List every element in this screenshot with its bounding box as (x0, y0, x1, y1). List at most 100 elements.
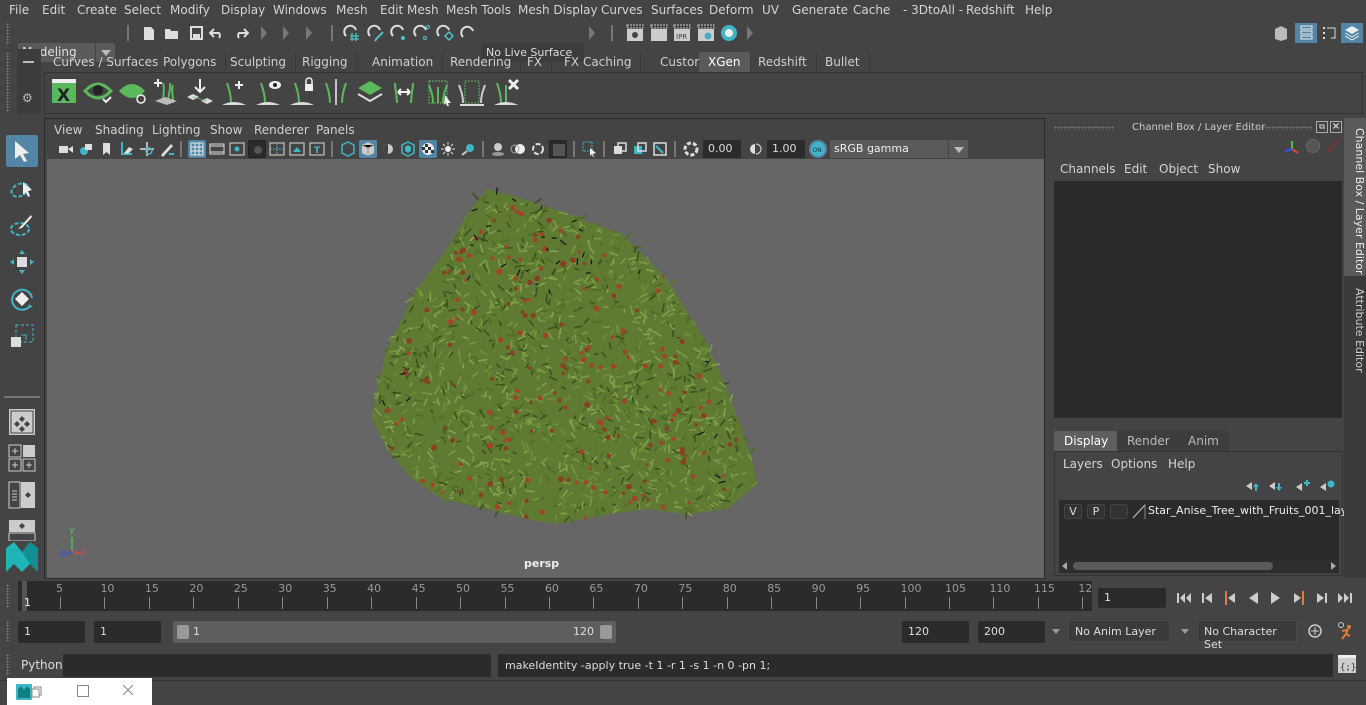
2d-pan-zoom-icon[interactable] (138, 140, 156, 158)
menu-edit[interactable]: Edit (42, 3, 65, 17)
character-set-menu-icon[interactable] (1181, 629, 1189, 634)
speed-toggle-icon[interactable] (1306, 139, 1320, 153)
xray-active-components-icon[interactable] (631, 140, 649, 158)
lasso-select-icon[interactable] (6, 173, 38, 205)
show-menu[interactable]: Show (1208, 162, 1240, 176)
ipr-render-icon[interactable]: IPR (673, 24, 691, 42)
tab-curves-surfaces[interactable]: Curves / Surfaces (44, 52, 169, 72)
tab-bullet[interactable]: Bullet (816, 52, 870, 72)
step-forward-key-icon[interactable] (1289, 588, 1309, 608)
timeline-drag-handle[interactable] (6, 584, 10, 608)
animation-start-field[interactable]: 1 (18, 621, 85, 643)
four-pane-layout-icon[interactable] (6, 442, 38, 474)
3d-viewport[interactable]: y x z persp (47, 159, 1044, 578)
menu-redshift[interactable]: Redshift (966, 3, 1015, 17)
tab-redshift[interactable]: Redshift (749, 52, 817, 72)
render-view-icon[interactable] (626, 24, 644, 42)
range-drag-handle[interactable] (6, 621, 10, 641)
anim-layer-menu-icon[interactable] (1052, 629, 1060, 634)
default-material-icon[interactable] (379, 140, 397, 158)
menu-uv[interactable]: UV (762, 3, 779, 17)
xgen-lock-guides-icon[interactable] (287, 77, 319, 109)
view-transform-select[interactable]: sRGB gamma (830, 140, 968, 158)
save-scene-icon[interactable] (187, 24, 205, 42)
depth-of-field-icon[interactable] (549, 140, 567, 158)
script-editor-icon[interactable]: {;} (1338, 655, 1356, 673)
range-slider-end-handle[interactable] (600, 625, 612, 639)
maximize-icon[interactable] (77, 685, 89, 697)
xgen-add-guides-icon[interactable] (151, 77, 183, 109)
options-menu[interactable]: Options (1111, 457, 1157, 471)
move-tool-icon[interactable] (6, 246, 38, 278)
single-pane-layout-icon[interactable] (6, 406, 38, 438)
shelf-menu-icon[interactable] (23, 61, 34, 63)
layer-display-type-toggle[interactable] (1110, 504, 1128, 519)
wireframe-on-shaded-icon[interactable] (399, 140, 417, 158)
menu-surfaces[interactable]: Surfaces (651, 3, 703, 17)
paint-select-icon[interactable] (6, 209, 38, 241)
go-to-end-icon[interactable] (1335, 588, 1355, 608)
layer-name[interactable]: Star_Anise_Tree_with_Fruits_001_laye (1148, 504, 1354, 517)
play-backwards-icon[interactable] (1243, 588, 1263, 608)
snap-curve-icon[interactable] (367, 24, 385, 42)
viewport-menu-shading[interactable]: Shading (95, 123, 144, 137)
use-all-lights-icon[interactable] (439, 140, 457, 158)
tab-attribute-editor[interactable]: Attribute Editor (1344, 278, 1366, 378)
safe-action-icon[interactable] (288, 140, 306, 158)
current-frame-field[interactable]: 1 (1098, 588, 1166, 608)
snap-grid-icon[interactable] (343, 24, 361, 42)
gamma-icon[interactable] (746, 140, 764, 158)
character-set-field[interactable]: No Character Set (1197, 620, 1297, 651)
select-tool-icon[interactable] (6, 135, 38, 167)
render-settings-icon[interactable] (697, 24, 715, 42)
multisample-aa-icon[interactable] (529, 140, 547, 158)
gate-mask-icon[interactable] (248, 140, 266, 158)
tab-display[interactable]: Display (1054, 431, 1119, 451)
snap-view-plane-icon[interactable] (413, 24, 431, 42)
film-gate-icon[interactable] (208, 140, 226, 158)
star-anise-tree-model[interactable] (47, 159, 1044, 578)
xgen-select-guides-icon[interactable] (423, 77, 455, 109)
auto-key-icon[interactable] (1306, 622, 1324, 640)
menu-curves[interactable]: Curves (601, 3, 643, 17)
layer-playback-toggle[interactable]: P (1087, 504, 1105, 519)
layer-visibility-toggle[interactable]: V (1064, 504, 1082, 519)
gear-icon[interactable]: ⚙ (22, 91, 33, 105)
resolution-gate-icon[interactable] (228, 140, 246, 158)
scrollbar-thumb[interactable] (1073, 562, 1273, 570)
wireframe-icon[interactable] (339, 140, 357, 158)
channels-menu[interactable]: Channels (1060, 162, 1116, 176)
snap-live-icon[interactable] (436, 24, 454, 42)
xgen-split-guides-icon[interactable] (321, 77, 353, 109)
restore-icon[interactable] (31, 686, 43, 698)
shelf-drag-handle[interactable] (6, 52, 10, 112)
xgen-editor-icon[interactable]: X (50, 77, 82, 109)
xray-icon[interactable] (611, 140, 629, 158)
command-input[interactable] (63, 654, 491, 677)
object-menu[interactable]: Object (1159, 162, 1198, 176)
channel-list[interactable] (1054, 181, 1342, 418)
play-forwards-icon[interactable] (1266, 588, 1286, 608)
panel-drag-handle[interactable] (1054, 126, 1114, 130)
playback-end-field[interactable]: 120 (902, 621, 969, 643)
smooth-shade-icon[interactable] (359, 140, 377, 158)
scale-tool-icon[interactable] (6, 320, 38, 352)
move-layer-up-icon[interactable] (1245, 479, 1261, 493)
tab-rigging[interactable]: Rigging (293, 52, 358, 72)
motion-blur-icon[interactable] (509, 140, 527, 158)
tab-xgen[interactable]: XGen (699, 52, 751, 72)
scroll-right-icon[interactable] (1331, 562, 1336, 570)
open-scene-icon[interactable] (163, 24, 181, 42)
tab-polygons[interactable]: Polygons (154, 52, 227, 72)
outliner-layout-icon[interactable] (6, 479, 38, 511)
tab-fx-caching[interactable]: FX Caching (555, 52, 642, 72)
edit-menu[interactable]: Edit (1124, 162, 1147, 176)
tab-rendering[interactable]: Rendering (441, 52, 522, 72)
menu-select[interactable]: Select (124, 3, 161, 17)
layers-menu[interactable]: Layers (1063, 457, 1103, 471)
xgen-place-guides-icon[interactable] (185, 77, 217, 109)
tab-render[interactable]: Render (1117, 431, 1180, 451)
viewport-menu-show[interactable]: Show (210, 123, 242, 137)
menu-mesh-tools[interactable]: Mesh Tools (446, 3, 511, 17)
xgen-delete-guides-icon[interactable] (491, 77, 523, 109)
